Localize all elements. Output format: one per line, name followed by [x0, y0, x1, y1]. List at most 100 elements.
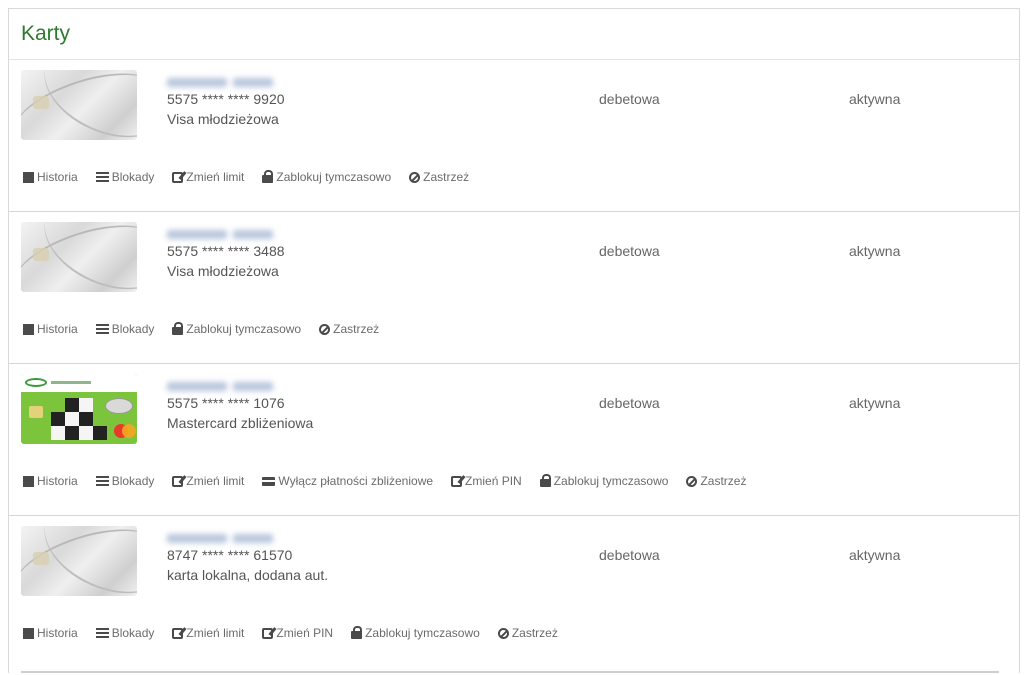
- action-zmien-pin[interactable]: Zmień PIN: [451, 474, 522, 488]
- action-label: Zablokuj tymczasowo: [365, 626, 480, 640]
- action-wylacz-platnosci-zblizeniowe[interactable]: Wyłącz płatności zbliżeniowe: [262, 474, 433, 488]
- card-pattern: [79, 426, 93, 440]
- card-status: aktywna: [849, 395, 901, 411]
- action-label: Wyłącz płatności zbliżeniowe: [278, 474, 434, 488]
- card-number: 5575 **** **** 1076: [167, 395, 285, 411]
- card-item: 5575 **** **** 3488 Visa młodzieżowa debet…: [9, 212, 1019, 364]
- cards-panel: Karty 5575 **** **** 9920 Visa młodzieżow…: [8, 8, 1020, 673]
- action-label: Zablokuj tymczasowo: [276, 170, 392, 184]
- action-historia[interactable]: Historia: [23, 474, 78, 488]
- card-pattern: [65, 412, 79, 426]
- card-pattern: [51, 412, 65, 426]
- bank-logo-text: [51, 381, 91, 384]
- action-zablokuj-tymczasowo[interactable]: Zablokuj tymczasowo: [172, 322, 301, 336]
- card-holder-blurred: [167, 530, 297, 543]
- bank-logo: [25, 378, 47, 387]
- ban-icon: [319, 323, 331, 335]
- action-blokady[interactable]: Blokady: [95, 474, 155, 488]
- action-zmien-limit[interactable]: Zmień limit: [172, 170, 244, 184]
- action-zablokuj-tymczasowo[interactable]: Zablokuj tymczasowo: [262, 170, 391, 184]
- card-image: [21, 222, 137, 292]
- action-zastrzez[interactable]: Zastrzeż: [686, 474, 746, 488]
- lock-icon: [262, 170, 274, 183]
- action-blokady[interactable]: Blokady: [95, 170, 155, 184]
- action-zablokuj-tymczasowo[interactable]: Zablokuj tymczasowo: [351, 626, 480, 640]
- action-label: Zmień limit: [186, 170, 245, 184]
- action-zastrzez[interactable]: Zastrzeż: [497, 626, 558, 640]
- action-historia[interactable]: Historia: [23, 626, 78, 640]
- lock-icon: [539, 474, 551, 487]
- card-item: 8747 **** **** 61570 karta lokalna, dodan…: [9, 516, 1019, 668]
- ban-icon: [409, 171, 421, 183]
- card-number: 5575 **** **** 9920: [167, 91, 285, 107]
- card-actions: Historia Blokady Zablokuj tymczasowo Zastrz…: [23, 322, 397, 336]
- card-holder-blurred: [167, 378, 297, 391]
- action-label: Historia: [37, 322, 78, 336]
- card-item: 5575 **** **** 1076 Mastercard zbliżeniow…: [9, 364, 1019, 516]
- card-status: aktywna: [849, 243, 901, 259]
- card-status: aktywna: [849, 91, 901, 107]
- action-zablokuj-tymczasowo[interactable]: Zablokuj tymczasowo: [539, 474, 668, 488]
- action-label: Zastrzeż: [700, 474, 747, 488]
- action-zmien-limit[interactable]: Zmień limit: [172, 474, 244, 488]
- credit-card-icon: [262, 476, 276, 486]
- action-label: Zmień PIN: [276, 626, 334, 640]
- action-label: Zmień limit: [186, 474, 245, 488]
- edit-icon: [172, 627, 184, 639]
- card-item: 5575 **** **** 9920 Visa młodzieżowa debet…: [9, 60, 1019, 212]
- action-label: Historia: [37, 474, 78, 488]
- action-label: Zastrzeż: [423, 170, 470, 184]
- edit-icon: [451, 475, 463, 487]
- action-blokady[interactable]: Blokady: [95, 626, 154, 640]
- list-icon: [95, 475, 109, 487]
- edit-icon: [172, 171, 184, 183]
- action-label: Zastrzeż: [511, 626, 558, 640]
- action-label: Historia: [37, 626, 78, 640]
- card-image: [21, 526, 137, 596]
- action-label: Blokady: [111, 170, 155, 184]
- list-icon: [95, 627, 109, 639]
- card-actions: Historia Blokady Zmień limit Zmień PIN Zablo…: [23, 626, 576, 640]
- action-blokady[interactable]: Blokady: [95, 322, 154, 336]
- action-zmien-pin[interactable]: Zmień PIN: [262, 626, 333, 640]
- action-zastrzez[interactable]: Zastrzeż: [319, 322, 379, 336]
- card-name: Visa młodzieżowa: [167, 111, 279, 127]
- card-number: 8747 **** **** 61570: [167, 547, 293, 563]
- card-pattern: [79, 398, 93, 412]
- card-pattern: [65, 426, 79, 440]
- card-name: karta lokalna, dodana aut.: [167, 567, 329, 583]
- action-label: Blokady: [111, 474, 155, 488]
- edit-icon: [172, 475, 184, 487]
- action-zmien-limit[interactable]: Zmień limit: [172, 626, 244, 640]
- page-title: Karty: [9, 9, 1019, 60]
- card-image: [21, 70, 137, 140]
- calendar-icon: [23, 627, 34, 639]
- card-actions: Historia Blokady Zmień limit Wyłącz płatnoś…: [23, 474, 764, 488]
- list-icon: [95, 171, 109, 183]
- action-label: Zmień PIN: [465, 474, 522, 488]
- ban-icon: [686, 475, 698, 487]
- card-pattern: [79, 412, 93, 426]
- edit-icon: [262, 627, 274, 639]
- card-type: debetowa: [599, 395, 660, 411]
- card-type: debetowa: [599, 547, 660, 563]
- action-historia[interactable]: Historia: [23, 322, 78, 336]
- card-name: Mastercard zbliżeniowa: [167, 415, 314, 431]
- card-holder-blurred: [167, 74, 297, 87]
- card-hologram: [105, 398, 133, 414]
- card-chip: [33, 96, 49, 109]
- card-type: debetowa: [599, 91, 660, 107]
- action-zastrzez[interactable]: Zastrzeż: [409, 170, 469, 184]
- card-chip: [33, 248, 49, 261]
- action-historia[interactable]: Historia: [23, 170, 78, 184]
- ban-icon: [497, 627, 509, 639]
- card-holder-blurred: [167, 226, 297, 239]
- card-pattern: [51, 426, 65, 440]
- card-actions: Historia Blokady Zmień limit Zablokuj tymcz…: [23, 170, 487, 184]
- card-chip: [29, 406, 43, 418]
- card-pattern: [93, 426, 107, 440]
- mastercard-logo: [122, 424, 136, 438]
- lock-icon: [351, 626, 363, 639]
- action-label: Historia: [37, 170, 78, 184]
- card-chip: [33, 552, 49, 565]
